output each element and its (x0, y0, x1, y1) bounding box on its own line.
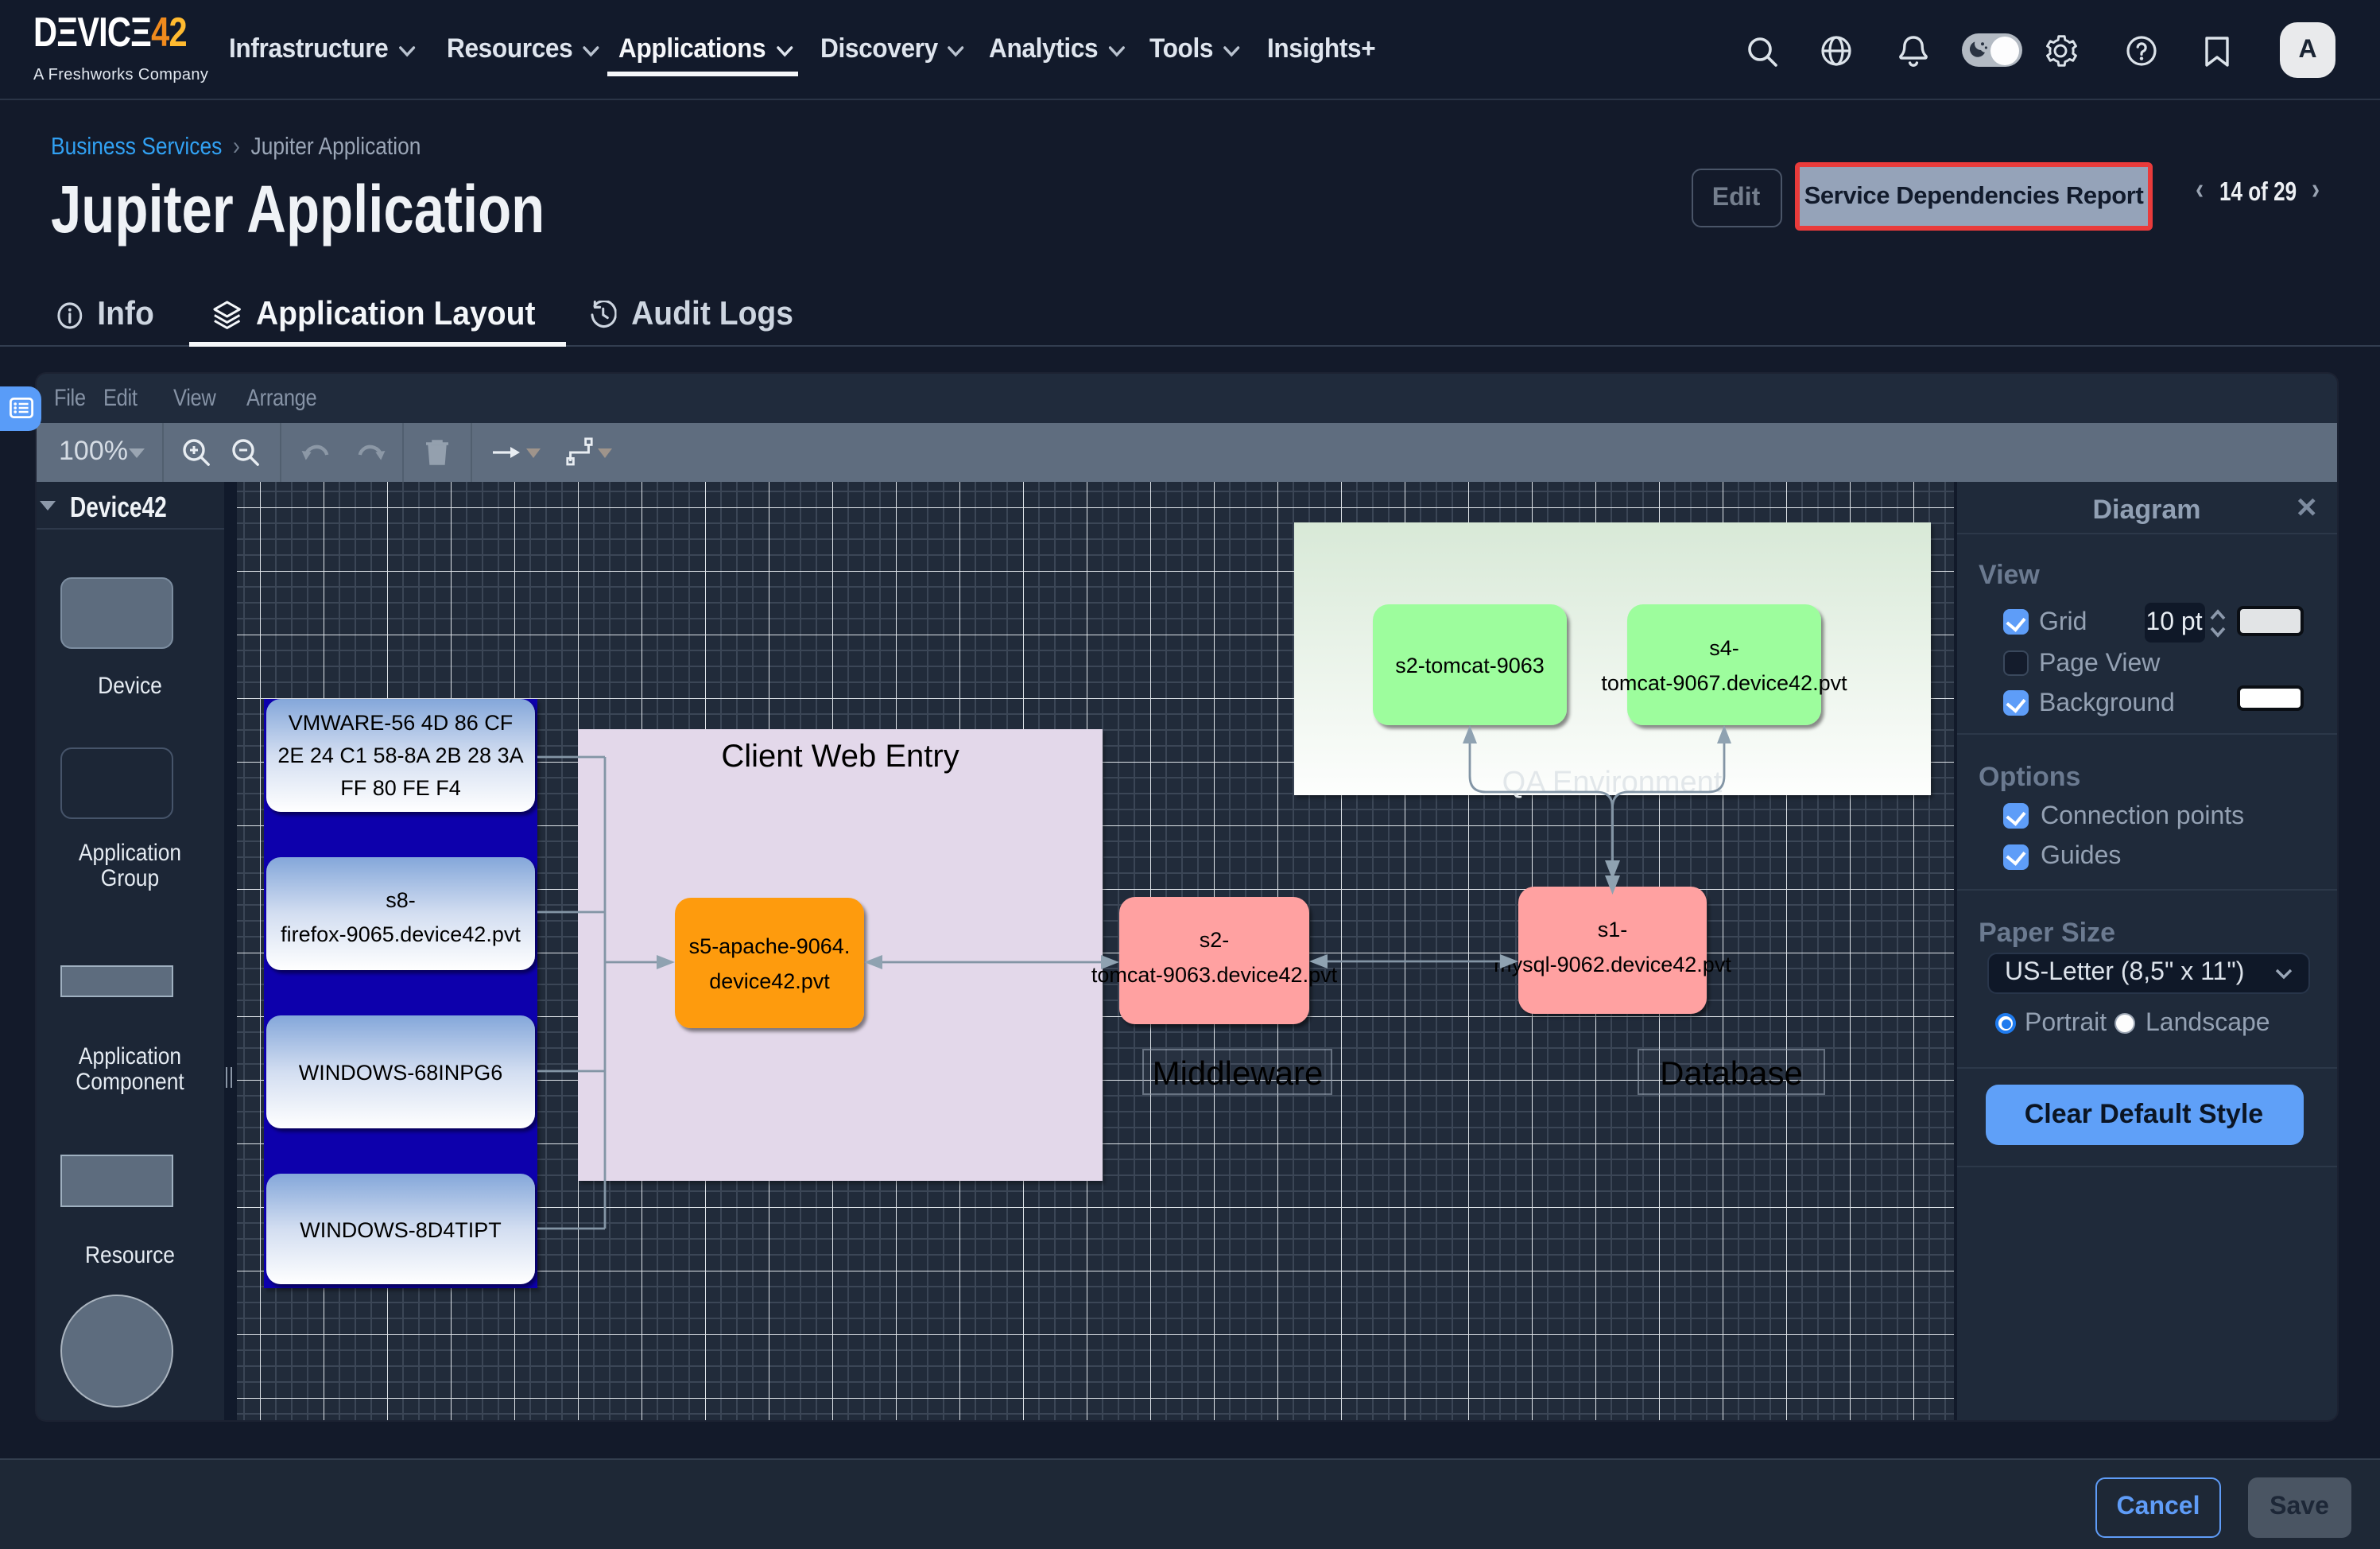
svg-text:Middleware: Middleware (1152, 1054, 1323, 1091)
svg-text:firefox-9065.device42.pvt: firefox-9065.device42.pvt (280, 922, 520, 945)
svg-text:WINDOWS-8D4TIPT: WINDOWS-8D4TIPT (299, 1217, 501, 1241)
svg-text:s1-: s1- (1597, 917, 1627, 941)
svg-text:Database: Database (1659, 1054, 1802, 1091)
svg-text:VMWARE-56 4D 86 CF: VMWARE-56 4D 86 CF (288, 710, 513, 734)
svg-text:tomcat-9063.device42.pvt: tomcat-9063.device42.pvt (1091, 962, 1337, 986)
svg-text:mysql-9062.device42.pvt: mysql-9062.device42.pvt (1493, 952, 1731, 976)
svg-text:2E 24 C1 58-8A 2B 28 3A: 2E 24 C1 58-8A 2B 28 3A (277, 743, 522, 767)
svg-text:WINDOWS-68INPG6: WINDOWS-68INPG6 (298, 1060, 502, 1084)
svg-text:QA Environment: QA Environment (1502, 765, 1722, 798)
svg-text:s8-: s8- (385, 887, 415, 911)
svg-text:s2-: s2- (1199, 927, 1229, 951)
svg-text:Client Web Entry: Client Web Entry (720, 738, 958, 773)
svg-text:s5-apache-9064.: s5-apache-9064. (688, 934, 850, 957)
svg-text:s4-: s4- (1708, 635, 1738, 659)
svg-text:device42.pvt: device42.pvt (708, 969, 829, 992)
svg-text:FF 80 FE F4: FF 80 FE F4 (339, 775, 460, 799)
svg-text:tomcat-9067.device42.pvt: tomcat-9067.device42.pvt (1600, 670, 1847, 694)
svg-text:s2-tomcat-9063: s2-tomcat-9063 (1394, 653, 1544, 677)
